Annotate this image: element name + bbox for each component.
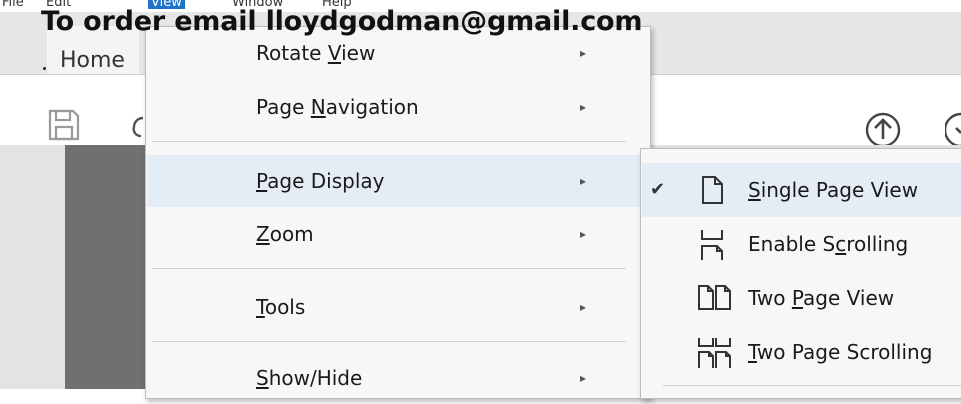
menu-item-page-navigation[interactable]: Page Navigation ▸: [147, 81, 649, 133]
page-display-submenu: ✔ Single Page View Enable Scrolling Two …: [640, 148, 961, 399]
watermark-text: To order email lloydgodman@gmail.com: [41, 6, 643, 37]
view-menu: Rotate View ▸ Page Navigation ▸ Page Dis…: [145, 26, 651, 399]
menu-item-tools[interactable]: Tools ▸: [147, 281, 649, 333]
scrolling-icon: [701, 230, 723, 260]
two-page-scrolling-icon: [698, 338, 731, 368]
submenu-item-label: Two Page Scrolling: [748, 340, 933, 364]
submenu-arrow-icon: ▸: [580, 174, 587, 188]
submenu-arrow-icon: ▸: [580, 227, 587, 241]
submenu-item-single-page-view[interactable]: ✔ Single Page View: [642, 163, 961, 217]
menu-separator: [152, 268, 626, 269]
menu-item-zoom[interactable]: Zoom ▸: [147, 208, 649, 260]
submenu-arrow-icon: ▸: [580, 300, 587, 314]
menu-item-label: Page Display: [256, 169, 385, 193]
submenu-arrow-icon: ▸: [580, 100, 587, 114]
menu-item-show-hide[interactable]: Show/Hide ▸: [147, 352, 649, 404]
submenu-item-label: Two Page View: [748, 286, 895, 310]
menu-item-label: Zoom: [256, 222, 314, 246]
submenu-item-two-page-scrolling[interactable]: Two Page Scrolling: [642, 325, 961, 379]
menu-item-label: Tools: [256, 295, 306, 319]
single-page-icon: [702, 176, 723, 204]
menu-item-label: Page Navigation: [256, 95, 419, 119]
two-page-icon: [698, 285, 731, 310]
menu-separator: [152, 141, 626, 142]
tab-home-label: Home: [60, 48, 125, 73]
submenu-item-enable-scrolling[interactable]: Enable Scrolling: [642, 217, 961, 271]
checkmark-icon: ✔: [650, 179, 666, 200]
page-background: [65, 145, 147, 397]
save-icon[interactable]: [47, 108, 81, 142]
menu-file[interactable]: File: [2, 0, 24, 9]
menu-item-label: Show/Hide: [256, 366, 363, 390]
next-page-icon[interactable]: [945, 111, 961, 149]
menu-item-page-display[interactable]: Page Display ▸: [147, 155, 649, 207]
previous-page-icon[interactable]: [864, 111, 902, 149]
submenu-item-two-page-view[interactable]: Two Page View: [642, 271, 961, 325]
menu-separator: [663, 385, 961, 386]
submenu-item-label: Single Page View: [748, 178, 919, 202]
menu-separator: [152, 341, 626, 342]
submenu-arrow-icon: ▸: [580, 371, 587, 385]
submenu-item-label: Enable Scrolling: [748, 232, 909, 256]
dot-marker: [43, 67, 46, 70]
cloud-icon[interactable]: [130, 108, 144, 142]
